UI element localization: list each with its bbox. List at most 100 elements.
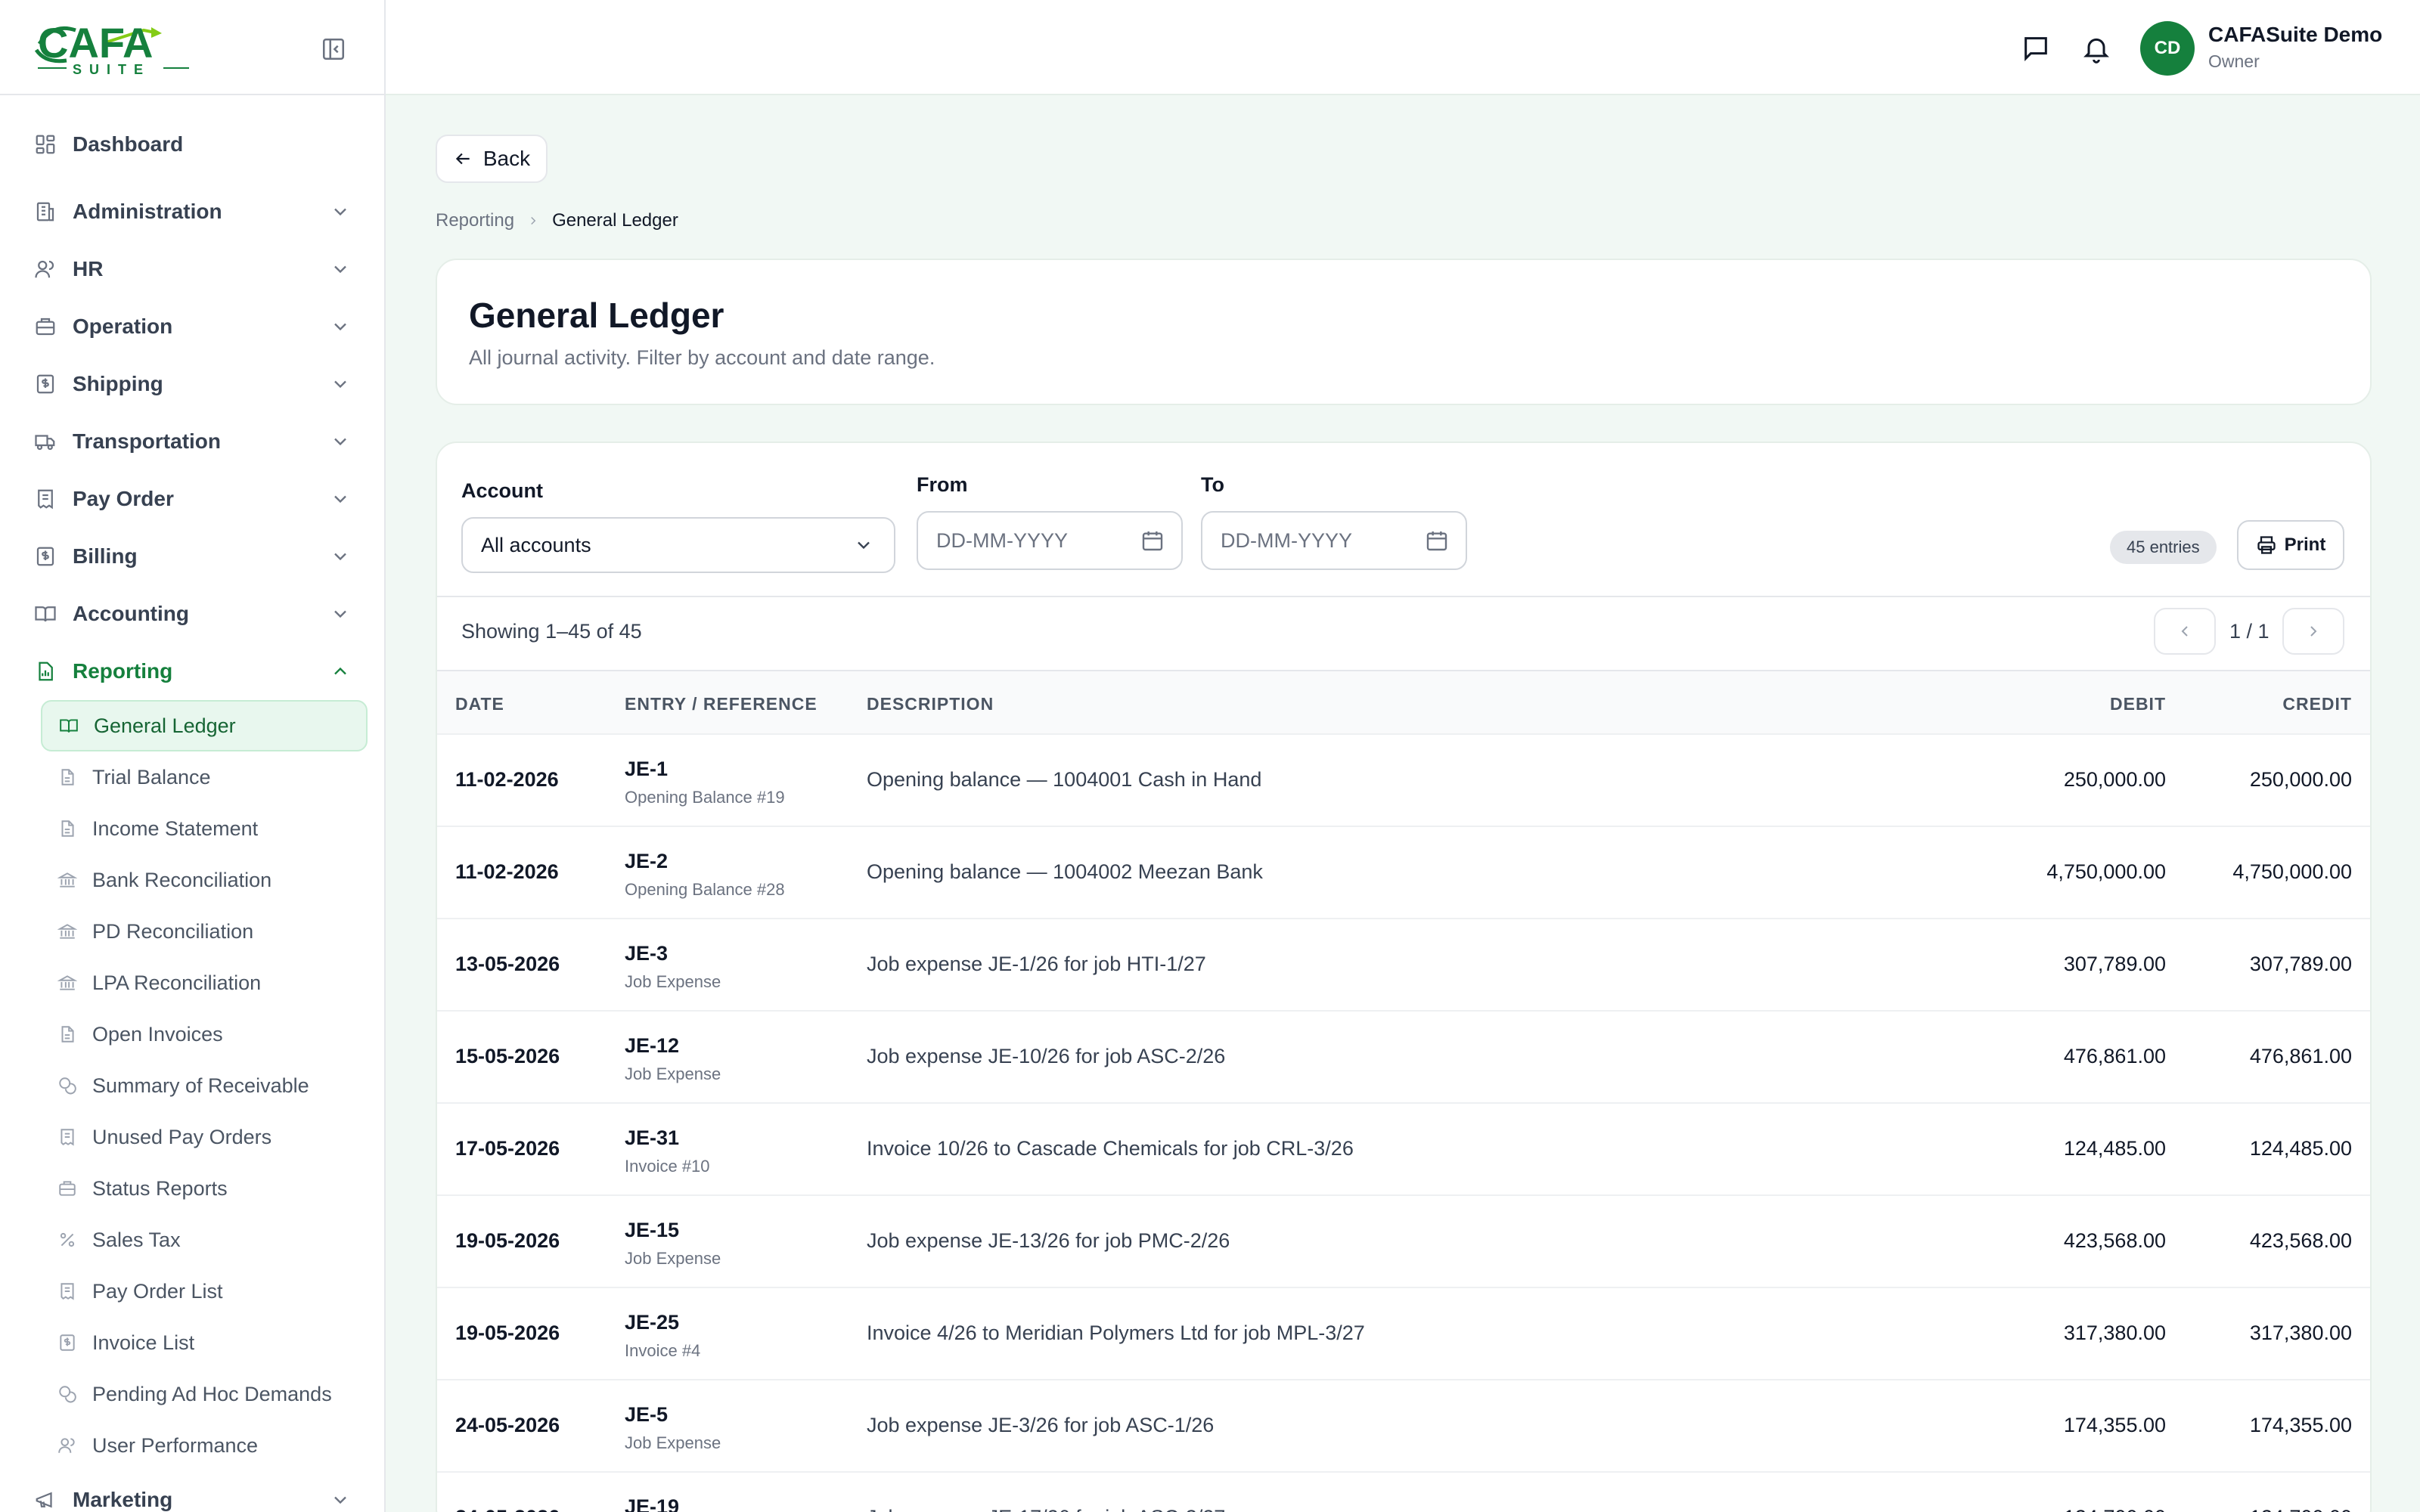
cell-credit: 4,750,000.00 (2232, 860, 2352, 883)
bell-icon[interactable] (2081, 33, 2111, 64)
arrow-left-icon (455, 153, 470, 165)
sidebar-collapse-icon[interactable] (321, 36, 346, 62)
back-button[interactable]: Back (436, 135, 548, 183)
sidebar-item-accounting[interactable]: Accounting (0, 585, 384, 643)
table-row[interactable]: 17-05-2026 JE-31 Invoice #10 Invoice 10/26 … (437, 1104, 2370, 1196)
sidebar-subitem-label: Pending Ad Hoc Demands (92, 1382, 332, 1405)
receipt-icon (57, 1281, 77, 1301)
cell-entry[interactable]: JE-12 (625, 1034, 679, 1058)
cell-entry[interactable]: JE-19 (625, 1495, 679, 1512)
cell-entry[interactable]: JE-15 (625, 1219, 679, 1242)
sidebar-item-transportation[interactable]: Transportation (0, 413, 384, 470)
user-name[interactable]: CAFASuite Demo (2208, 23, 2382, 47)
brand-header: CAFA SUITE (0, 0, 384, 95)
svg-text:SUITE: SUITE (73, 62, 150, 77)
cell-reference: Job Expense (625, 972, 721, 991)
sidebar-subitem-user-performance[interactable]: User Performance (41, 1420, 368, 1471)
sidebar-item-pay-order[interactable]: Pay Order (0, 470, 384, 528)
sidebar-subitem-lpa-reconciliation[interactable]: LPA Reconciliation (41, 957, 368, 1009)
sidebar-subitem-pay-order-list[interactable]: Pay Order List (41, 1266, 368, 1317)
sidebar-item-marketing[interactable]: Marketing (0, 1471, 384, 1512)
chevron-down-icon (334, 1496, 346, 1504)
table-row[interactable]: 11-02-2026 JE-1 Opening Balance #19 Opening… (437, 735, 2370, 827)
calendar-icon[interactable] (1425, 528, 1449, 553)
sidebar-item-operation[interactable]: Operation (0, 298, 384, 355)
cell-entry[interactable]: JE-2 (625, 850, 668, 873)
table-row[interactable]: 24-05-2026 JE-19 Job expense JE-17/26 for … (437, 1473, 2370, 1512)
print-button[interactable]: Print (2237, 520, 2344, 570)
table-row[interactable]: 19-05-2026 JE-15 Job Expense Job expense JE… (437, 1196, 2370, 1288)
sidebar-subitem-income-statement[interactable]: Income Statement (41, 803, 368, 854)
sidebar-nav: Dashboard Administration HR Operation Shipp… (0, 95, 384, 1512)
table-row[interactable]: 24-05-2026 JE-5 Job Expense Job expense JE-… (437, 1380, 2370, 1473)
cell-debit: 476,861.00 (2063, 1045, 2166, 1067)
cell-description: Opening balance — 1004001 Cash in Hand (867, 768, 1262, 791)
cell-reference: Job Expense (625, 1064, 721, 1083)
sidebar-subitem-pending-ad-hoc-demands[interactable]: Pending Ad Hoc Demands (41, 1368, 368, 1420)
sidebar-item-reporting[interactable]: Reporting (0, 643, 384, 700)
chevron-down-icon (334, 495, 346, 503)
cafa-suite-logo[interactable]: CAFA SUITE (30, 17, 197, 77)
calendar-icon[interactable] (1140, 528, 1165, 553)
table-row[interactable]: 13-05-2026 JE-3 Job Expense Job expense JE-… (437, 919, 2370, 1012)
cell-credit: 124,485.00 (2249, 1137, 2352, 1160)
cell-entry[interactable]: JE-3 (625, 942, 668, 965)
sidebar-item-billing[interactable]: Billing (0, 528, 384, 585)
sidebar-subitem-sales-tax[interactable]: Sales Tax (41, 1214, 368, 1266)
sidebar-item-label: Shipping (73, 372, 163, 395)
page-header-card: General Ledger All journal activity. Fil… (436, 259, 2372, 405)
sidebar-subitem-pd-reconciliation[interactable]: PD Reconciliation (41, 906, 368, 957)
sidebar-subitem-trial-balance[interactable]: Trial Balance (41, 751, 368, 803)
table-row[interactable]: 15-05-2026 JE-12 Job Expense Job expense JE… (437, 1012, 2370, 1104)
cell-entry[interactable]: JE-5 (625, 1403, 668, 1427)
cell-description: Job expense JE-10/26 for job ASC-2/26 (867, 1045, 1226, 1067)
cell-date: 11-02-2026 (455, 860, 559, 883)
sidebar-subitem-general-ledger[interactable]: General Ledger (41, 700, 368, 751)
cell-debit: 250,000.00 (2063, 768, 2166, 791)
sidebar-subitem-invoice-list[interactable]: Invoice List (41, 1317, 368, 1368)
avatar[interactable]: CD (2140, 21, 2195, 76)
sidebar-subitem-summary-of-receivable[interactable]: Summary of Receivable (41, 1060, 368, 1111)
account-select[interactable]: All accounts (461, 517, 895, 573)
sidebar-subitem-label: Summary of Receivable (92, 1074, 309, 1097)
cell-date: 19-05-2026 (455, 1229, 560, 1252)
column-header-date[interactable]: DATE (455, 694, 504, 714)
table-row[interactable]: 11-02-2026 JE-2 Opening Balance #28 Opening… (437, 827, 2370, 919)
sidebar-subitem-status-reports[interactable]: Status Reports (41, 1163, 368, 1214)
sidebar-subitem-open-invoices[interactable]: Open Invoices (41, 1009, 368, 1060)
cell-credit: 134,700.00 (2250, 1506, 2352, 1512)
receipt-icon (57, 1127, 77, 1147)
to-date-field[interactable] (1201, 511, 1467, 570)
sidebar-subitem-unused-pay-orders[interactable]: Unused Pay Orders (41, 1111, 368, 1163)
next-page-button[interactable] (2282, 608, 2344, 655)
cell-credit: 174,355.00 (2249, 1414, 2352, 1436)
cell-entry[interactable]: JE-31 (625, 1126, 679, 1150)
column-header-credit[interactable]: CREDIT (2282, 694, 2352, 714)
sidebar-item-dashboard[interactable]: Dashboard (0, 115, 384, 174)
sidebar-item-label: Operation (73, 314, 173, 338)
prev-page-button[interactable] (2154, 608, 2216, 655)
account-label: Account (461, 479, 543, 502)
cell-entry[interactable]: JE-1 (625, 758, 668, 781)
sidebar-subitem-bank-reconciliation[interactable]: Bank Reconciliation (41, 854, 368, 906)
sidebar-item-shipping[interactable]: Shipping (0, 355, 384, 413)
sidebar-item-hr[interactable]: HR (0, 240, 384, 298)
cell-entry[interactable]: JE-25 (625, 1311, 679, 1334)
column-header-description[interactable]: DESCRIPTION (867, 694, 994, 714)
cell-credit: 423,568.00 (2249, 1229, 2352, 1252)
showing-range: Showing 1–45 of 45 (461, 620, 642, 643)
from-date-field[interactable] (917, 511, 1183, 570)
to-date-input[interactable] (1221, 528, 1402, 553)
column-header-debit[interactable]: DEBIT (2110, 694, 2166, 714)
table-row[interactable]: 19-05-2026 JE-25 Invoice #4 Invoice 4/26 to… (437, 1288, 2370, 1380)
column-header-entry[interactable]: ENTRY / REFERENCE (625, 694, 818, 714)
sidebar-item-label: Billing (73, 544, 138, 568)
cell-date: 19-05-2026 (455, 1321, 560, 1344)
breadcrumb-reporting[interactable]: Reporting (436, 210, 514, 231)
sidebar-item-administration[interactable]: Administration (0, 183, 384, 240)
from-date-input[interactable] (936, 528, 1118, 553)
reporting-submenu: General Ledger Trial Balance Income Statem… (0, 700, 384, 1471)
messages-icon[interactable] (2021, 33, 2051, 64)
cell-credit: 476,861.00 (2249, 1045, 2352, 1067)
cell-description: Job expense JE-1/26 for job HTI-1/27 (867, 953, 1206, 975)
